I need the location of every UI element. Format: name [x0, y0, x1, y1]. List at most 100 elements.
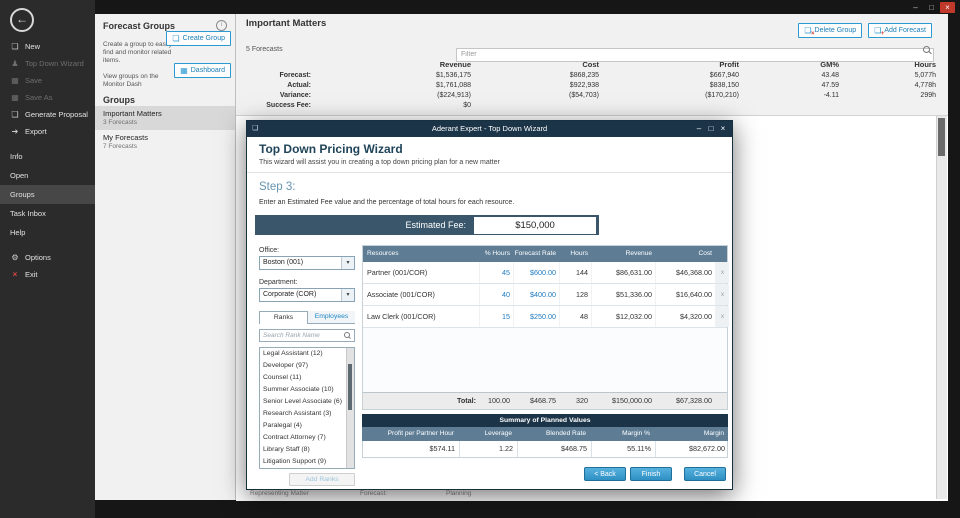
rank-list-item[interactable]: Developer (97)	[260, 360, 354, 372]
summary-title: Summary of Planned Values	[362, 414, 728, 427]
create-group-hint: Create a group to easily find and monito…	[103, 41, 173, 66]
total-spacer	[715, 393, 729, 409]
summary-column-header: Profit	[599, 59, 739, 71]
department-select[interactable]: Corporate (COR) ▾	[259, 288, 355, 302]
office-select[interactable]: Boston (001) ▾	[259, 256, 355, 270]
summary-value: $1,536,175	[311, 71, 471, 81]
resource-name: Law Clerk (001/COR)	[363, 306, 479, 327]
summary-value: 5,077h	[839, 71, 936, 81]
rank-list-item[interactable]: Legal Assistant (12)	[260, 348, 354, 360]
rank-list-item[interactable]: Research Assistant (3)	[260, 408, 354, 420]
sidebar-item-help[interactable]: Help	[0, 223, 95, 242]
sidebar-item-task-inbox[interactable]: Task Inbox	[0, 204, 95, 223]
create-group-button[interactable]: ❏ Create Group	[166, 31, 231, 46]
cancel-button[interactable]: Cancel	[684, 467, 726, 481]
dialog-titlebar[interactable]: ❏ Aderant Expert - Top Down Wizard – □ ×	[247, 121, 732, 137]
sidebar-item-label: Save	[25, 76, 42, 85]
sidebar-item-top-down-wizard[interactable]: ♟Top Down Wizard	[0, 55, 95, 72]
sidebar-item-exit[interactable]: × Exit	[0, 266, 95, 283]
sidebar-item-open[interactable]: Open	[0, 166, 95, 185]
rank-search-input[interactable]	[259, 329, 355, 342]
group-item[interactable]: My Forecasts7 Forecasts	[95, 130, 235, 154]
tab-employees[interactable]: Employees	[308, 311, 355, 324]
rank-list-scrollbar[interactable]	[346, 348, 354, 468]
resource-column-header: Forecast Rate	[513, 246, 559, 262]
group-list: Important Matters3 ForecastsMy Forecasts…	[95, 106, 235, 154]
rank-items: Legal Assistant (12)Developer (97)Counse…	[260, 348, 354, 468]
rank-list-item[interactable]: Counsel (11)	[260, 372, 354, 384]
info-icon[interactable]	[216, 20, 227, 31]
back-button[interactable]: < Back	[584, 467, 626, 481]
office-label: Office:	[259, 247, 279, 254]
add-forecast-icon: ❏ +	[874, 26, 881, 35]
planned-value: $574.11	[363, 441, 459, 457]
sidebar-item-label: Groups	[10, 190, 35, 199]
sidebar-item-options[interactable]: ⚙Options	[0, 249, 95, 266]
rank-list-item[interactable]: Contract Attorney (7)	[260, 432, 354, 444]
summary-value: $922,938	[471, 81, 599, 91]
tab-ranks[interactable]: Ranks	[259, 311, 308, 324]
sidebar-item-info[interactable]: Info	[0, 147, 95, 166]
window-minimize-button[interactable]: –	[908, 2, 923, 13]
rank-list-item[interactable]: Summer Associate (10)	[260, 384, 354, 396]
forecast-rate-cell[interactable]: $250.00	[513, 306, 559, 327]
vertical-scrollbar[interactable]	[936, 116, 947, 499]
partial-row-text: Representing Matter	[250, 490, 309, 497]
new-document-icon: ❏	[10, 42, 20, 51]
rank-list-item[interactable]: Paralegal (4)	[260, 420, 354, 432]
hours-cell: 48	[559, 306, 591, 327]
add-ranks-button[interactable]: Add Ranks	[289, 473, 355, 486]
dashboard-button[interactable]: ▦ Dashboard	[174, 63, 231, 78]
dialog-maximize-button[interactable]: □	[705, 121, 717, 137]
exit-icon: ×	[10, 270, 20, 279]
summary-column-header: Hours	[839, 59, 936, 71]
estimated-fee-input[interactable]	[474, 217, 596, 234]
sidebar-item-save-as[interactable]: ▦Save As	[0, 89, 95, 106]
pct-hours-cell[interactable]: 15	[479, 306, 513, 327]
pct-hours-cell[interactable]: 40	[479, 284, 513, 305]
proposal-icon: ❑	[10, 110, 20, 119]
finish-button[interactable]: Finish	[630, 467, 672, 481]
search-icon[interactable]	[923, 46, 930, 53]
row-delete-button[interactable]: x	[715, 306, 729, 327]
sidebar-item-save[interactable]: ▦Save	[0, 72, 95, 89]
rank-list-item[interactable]: Litigation Support (9)	[260, 456, 354, 468]
planned-value: $468.75	[517, 441, 591, 457]
pct-hours-cell[interactable]: 45	[479, 262, 513, 283]
forecast-rate-cell[interactable]: $600.00	[513, 262, 559, 283]
dashboard-label: Dashboard	[191, 67, 225, 74]
sidebar-item-label: Task Inbox	[10, 209, 46, 218]
dialog-close-button[interactable]: ×	[717, 121, 729, 137]
row-delete-button[interactable]: x	[715, 284, 729, 305]
save-as-icon: ▦	[10, 93, 20, 102]
rank-list-item[interactable]: Library Staff (8)	[260, 444, 354, 456]
hours-cell: 144	[559, 262, 591, 283]
add-forecast-button[interactable]: ❏ + Add Forecast	[868, 23, 932, 38]
window-close-button[interactable]: ×	[940, 2, 955, 13]
sidebar-item-groups[interactable]: Groups	[0, 185, 95, 204]
export-icon: ➔	[10, 127, 20, 136]
summary-column-header: Revenue	[311, 59, 471, 71]
delete-group-button[interactable]: ❏ × Delete Group	[798, 23, 862, 38]
dialog-minimize-button[interactable]: –	[693, 121, 705, 137]
sidebar-item-label: Generate Proposal	[25, 110, 88, 119]
row-delete-button[interactable]: x	[715, 262, 729, 283]
rank-list-item[interactable]: Senior Level Associate (6)	[260, 396, 354, 408]
window-maximize-button[interactable]: □	[924, 2, 939, 13]
summary-column-header: Cost	[471, 59, 599, 71]
back-button[interactable]: ←	[10, 8, 34, 32]
group-item[interactable]: Important Matters3 Forecasts	[95, 106, 235, 130]
resource-column-header: Hours	[559, 246, 591, 262]
scrollbar-thumb[interactable]	[938, 118, 945, 156]
scrollbar-thumb[interactable]	[348, 364, 352, 410]
top-down-wizard-dialog: ❏ Aderant Expert - Top Down Wizard – □ ×…	[246, 120, 733, 490]
app-window: – □ × ← ❏New♟Top Down Wizard▦Save▦Save A…	[0, 0, 960, 518]
sidebar-item-label: Exit	[25, 270, 38, 279]
sidebar-item-generate-proposal[interactable]: ❑ Generate Proposal	[0, 106, 95, 123]
sidebar-item-export[interactable]: ➔Export	[0, 123, 95, 140]
group-name: Important Matters	[103, 109, 227, 118]
sidebar-item-new[interactable]: ❏New	[0, 38, 95, 55]
summary-value: ($54,703)	[471, 91, 599, 101]
forecast-rate-cell[interactable]: $400.00	[513, 284, 559, 305]
delete-group-icon: ❏ ×	[804, 26, 811, 35]
